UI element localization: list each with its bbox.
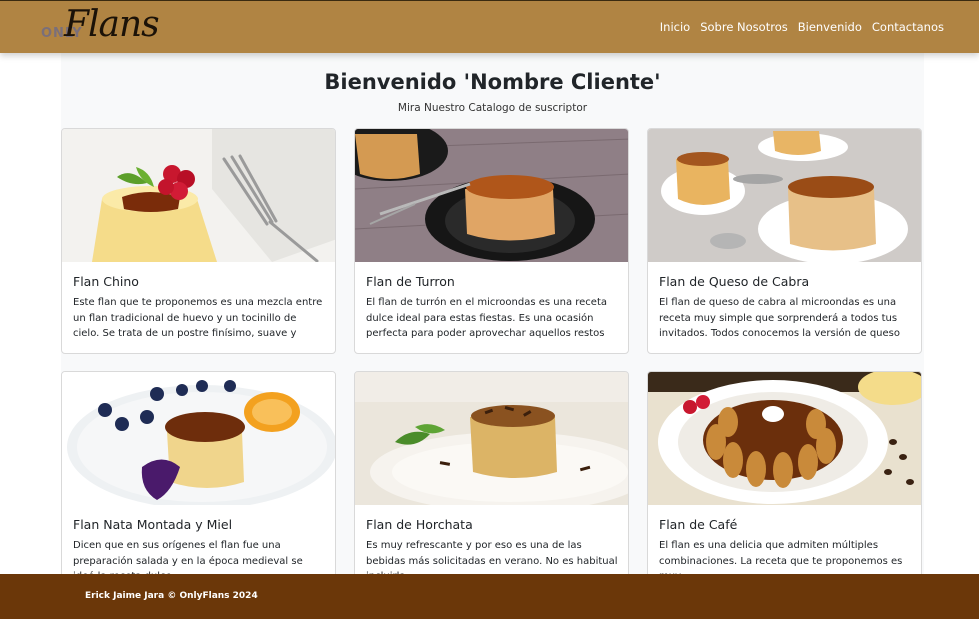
brand-name: Flans bbox=[64, 4, 160, 45]
footer: Erick Jaime Jara © OnlyFlans 2024 bbox=[0, 574, 979, 619]
page-subtitle: Mira Nuestro Catalogo de suscriptor bbox=[397, 102, 588, 114]
card-title: Flan de Turron bbox=[366, 274, 455, 289]
flan-on-black-plate-icon bbox=[355, 129, 628, 262]
card-title: Flan de Horchata bbox=[366, 517, 473, 532]
nav-links: Inicio Sobre Nosotros Bienvenido Contact… bbox=[660, 20, 944, 34]
card-title: Flan Nata Montada y Miel bbox=[73, 517, 233, 532]
footer-copyright: Erick Jaime Jara © OnlyFlans 2024 bbox=[85, 591, 258, 601]
flan-with-raspberries-icon bbox=[62, 129, 335, 262]
page-title: Bienvenido 'Nombre Cliente' bbox=[324, 70, 661, 94]
product-card[interactable]: Flan de Horchata Es muy refrescante y po… bbox=[354, 371, 629, 581]
card-text: El flan de queso de cabra al microondas … bbox=[659, 297, 900, 339]
product-card[interactable]: Flan Nata Montada y Miel Dicen que en su… bbox=[61, 371, 336, 581]
product-card[interactable]: Flan de Queso de Cabra El flan de queso … bbox=[647, 128, 922, 354]
card-text: El flan de turrón en el microondas es un… bbox=[366, 297, 608, 339]
product-card[interactable]: Flan de Turron El flan de turrón en el m… bbox=[354, 128, 629, 354]
card-text: Este flan que te proponemos es una mezcl… bbox=[73, 297, 323, 339]
brand-logo[interactable]: ONLY Flans bbox=[40, 4, 170, 48]
navbar: ONLY Flans Inicio Sobre Nosotros Bienven… bbox=[0, 0, 979, 53]
nav-link-bienvenido[interactable]: Bienvenido bbox=[798, 20, 862, 34]
coffee-flan-ring-icon bbox=[648, 372, 921, 505]
card-title: Flan de Queso de Cabra bbox=[659, 274, 810, 289]
nav-link-contactanos[interactable]: Contactanos bbox=[872, 20, 944, 34]
nav-link-inicio[interactable]: Inicio bbox=[660, 20, 690, 34]
product-card[interactable]: Flan Chino Este flan que te proponemos e… bbox=[61, 128, 336, 354]
card-title: Flan Chino bbox=[73, 274, 139, 289]
nav-link-sobre-nosotros[interactable]: Sobre Nosotros bbox=[700, 20, 788, 34]
card-title: Flan de Café bbox=[659, 517, 738, 532]
product-card[interactable]: Flan de Café El flan es una delicia que … bbox=[647, 371, 922, 581]
flan-with-berries-cream-icon bbox=[62, 372, 335, 505]
cheese-flan-plates-icon bbox=[648, 129, 921, 262]
flan-with-chocolate-shavings-icon bbox=[355, 372, 628, 505]
